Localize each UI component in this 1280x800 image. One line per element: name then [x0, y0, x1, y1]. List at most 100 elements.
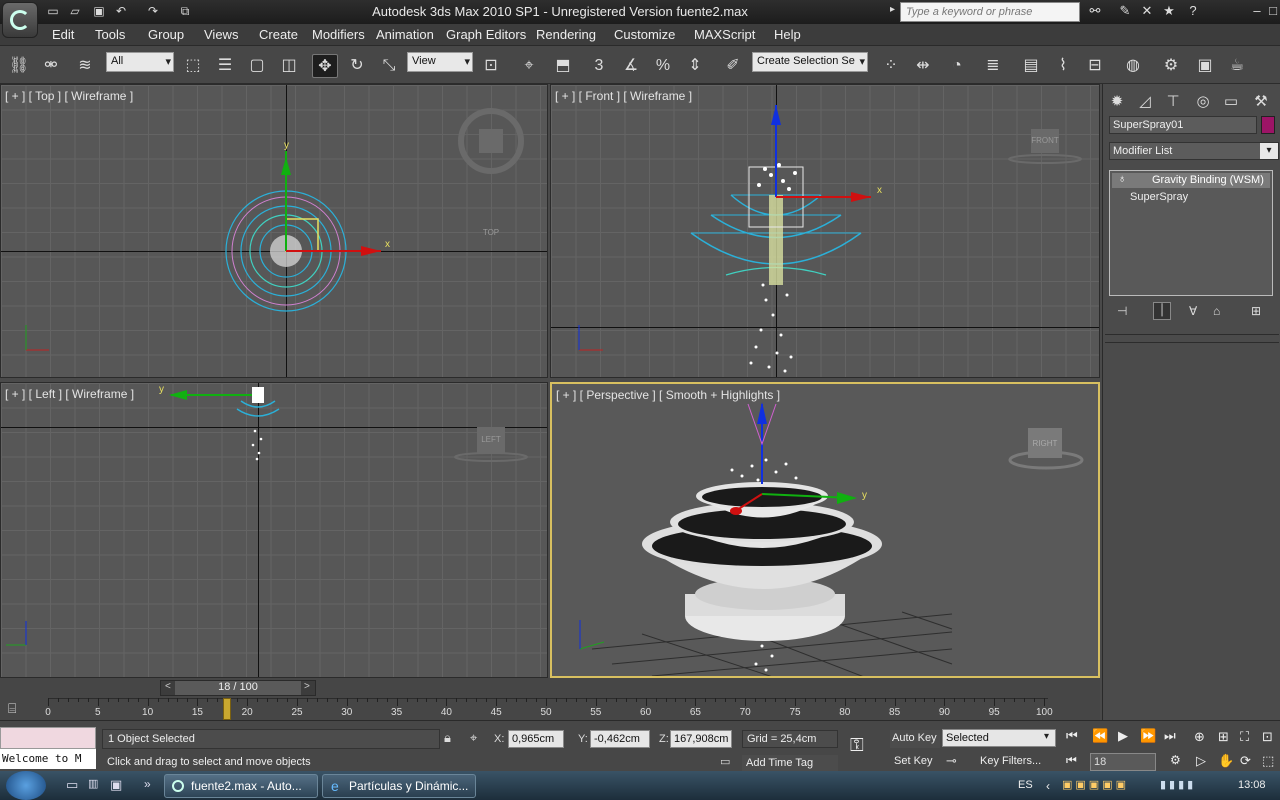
play-icon[interactable]: ▶ [1118, 728, 1128, 744]
communication-icon[interactable]: ✕ [1138, 3, 1156, 21]
current-frame-field[interactable]: 18 [1090, 753, 1156, 771]
menu-views[interactable]: Views [204, 27, 238, 42]
percent-snap-icon[interactable]: % [650, 54, 676, 78]
field-of-view-icon[interactable]: ▷ [1196, 753, 1206, 769]
render-production-icon[interactable]: ☕ [1224, 54, 1250, 78]
viewcube-left[interactable]: LEFT [477, 427, 505, 453]
x-coordinate-field[interactable]: 0,965cm [508, 730, 564, 748]
next-frame-icon[interactable]: > [304, 681, 310, 692]
remove-modifier-icon[interactable]: ⌂ [1213, 304, 1220, 318]
align-icon[interactable]: ◔ [944, 54, 970, 78]
rectangular-selection-icon[interactable]: ▢ [244, 54, 270, 78]
zoom-all-icon[interactable]: ⊞ [1218, 729, 1229, 745]
more-quick-launch-icon[interactable]: » [144, 777, 151, 791]
window-crossing-icon[interactable]: ◫ [276, 54, 302, 78]
keyboard-shortcut-override-icon[interactable]: ⬒ [550, 54, 576, 78]
set-key-icon[interactable]: ⊸ [946, 753, 964, 771]
go-to-end-icon[interactable]: ⏭ [1164, 728, 1176, 744]
tray-app-icons[interactable]: ▣▣▣▣▣ [1062, 778, 1152, 794]
layer-manager-icon[interactable]: ≣ [980, 54, 1006, 78]
select-and-move-icon[interactable]: ✥ [312, 54, 338, 78]
create-tab-icon[interactable]: ✹ [1105, 90, 1129, 114]
auto-key-button[interactable]: Auto Key [890, 730, 940, 748]
viewport-label-perspective[interactable]: [ + ] [ Perspective ] [ Smooth + Highlig… [556, 388, 780, 402]
reference-coordinate-dropdown[interactable]: View [407, 52, 473, 72]
show-desktop-icon[interactable]: ▭ [66, 777, 78, 793]
viewport-front[interactable]: [ + ] [ Front ] [ Wireframe ] x FRONT [550, 84, 1100, 378]
hierarchy-tab-icon[interactable]: ⊤ [1161, 90, 1185, 114]
display-tab-icon[interactable]: ▭ [1219, 90, 1243, 114]
object-color-swatch[interactable] [1261, 116, 1275, 134]
modify-tab-icon[interactable]: ◿ [1133, 90, 1157, 114]
key-mode-toggle-icon[interactable]: ⏮ [1066, 753, 1077, 768]
viewport-label-front[interactable]: [ + ] [ Front ] [ Wireframe ] [555, 89, 692, 103]
maxscript-listener[interactable]: Welcome to M [0, 749, 96, 769]
graphite-ribbon-icon[interactable]: ▤ [1018, 54, 1044, 78]
viewport-perspective[interactable]: [ + ] [ Perspective ] [ Smooth + Highlig… [550, 382, 1100, 678]
viewcube-front[interactable]: FRONT [1029, 129, 1061, 153]
link-icon[interactable]: ⛓ [6, 54, 32, 78]
application-button[interactable] [2, 2, 38, 38]
quick-launch-app-icon[interactable]: ▥ [88, 777, 98, 790]
select-and-scale-icon[interactable]: ⤡ [376, 54, 402, 78]
search-input[interactable]: Type a keyword or phrase [900, 2, 1080, 22]
menu-graph-editors[interactable]: Graph Editors [446, 27, 526, 42]
menu-customize[interactable]: Customize [614, 27, 675, 42]
schematic-view-icon[interactable]: ⊟ [1082, 54, 1108, 78]
maximize-viewport-icon[interactable]: ⬚ [1262, 753, 1274, 769]
tray-expand-icon[interactable]: ‹ [1046, 779, 1050, 793]
maximize-icon[interactable]: □ [1264, 3, 1280, 21]
make-unique-icon[interactable]: ∀ [1189, 304, 1197, 318]
time-tag-icon[interactable]: ▭ [720, 755, 730, 768]
viewcube-perspective[interactable]: RIGHT [1028, 432, 1062, 456]
curve-editor-icon[interactable]: ⌇ [1050, 54, 1076, 78]
start-button[interactable] [6, 771, 46, 800]
set-key-button[interactable]: Set Key [892, 753, 938, 771]
mirror-icon[interactable]: ⇹ [910, 54, 936, 78]
menu-help[interactable]: Help [774, 27, 801, 42]
task-3dsmax[interactable]: fuente2.max - Auto... [164, 774, 318, 798]
clock[interactable]: 13:08 [1238, 779, 1266, 791]
tools-icon[interactable]: ✎ [1116, 3, 1134, 21]
maxscript-listener-pink[interactable] [0, 727, 96, 749]
key-filters-button[interactable]: Key Filters... [974, 753, 1054, 771]
binoculars-icon[interactable]: ⚯ [1086, 3, 1104, 21]
chevron-down-icon[interactable]: ▾ [1260, 143, 1278, 159]
project-folder-icon[interactable]: ⧉ [176, 3, 194, 20]
material-editor-icon[interactable]: ◍ [1120, 54, 1146, 78]
menu-rendering[interactable]: Rendering [536, 27, 596, 42]
motion-tab-icon[interactable]: ◎ [1191, 90, 1215, 114]
lightbulb-icon[interactable]: ♁ [1118, 173, 1126, 185]
z-coordinate-field[interactable]: 167,908cm [670, 730, 732, 748]
named-selection-set-dropdown[interactable]: Create Selection Se [752, 52, 868, 72]
absolute-mode-icon[interactable]: ⌖ [470, 730, 477, 746]
select-and-rotate-icon[interactable]: ↻ [344, 54, 370, 78]
menu-modifiers[interactable]: Modifiers [312, 27, 365, 42]
y-coordinate-field[interactable]: -0,462cm [590, 730, 650, 748]
select-object-icon[interactable]: ⬚ [180, 54, 206, 78]
utilities-tab-icon[interactable]: ⚒ [1249, 90, 1273, 114]
previous-frame-icon[interactable]: ⏪ [1092, 728, 1108, 744]
language-indicator[interactable]: ES [1018, 779, 1033, 791]
pan-icon[interactable]: ✋ [1218, 753, 1234, 769]
menu-create[interactable]: Create [259, 27, 298, 42]
menu-edit[interactable]: Edit [52, 27, 74, 42]
zoom-icon[interactable]: ⊕ [1194, 729, 1205, 745]
selection-filter-dropdown[interactable]: All [106, 52, 174, 72]
edit-named-selection-icon[interactable]: ✐ [720, 54, 746, 78]
render-setup-icon[interactable]: ⚙ [1158, 54, 1184, 78]
time-slider[interactable]: < 18 / 100 > [160, 680, 316, 696]
menu-maxscript[interactable]: MAXScript [694, 27, 755, 42]
selection-lock-icon[interactable]: 🔒︎ [444, 730, 451, 746]
task-browser[interactable]: Partículas y Dinámic... [322, 774, 476, 798]
menu-tools[interactable]: Tools [95, 27, 125, 42]
key-mode-dropdown[interactable]: Selected [942, 729, 1056, 747]
menu-animation[interactable]: Animation [376, 27, 434, 42]
new-file-icon[interactable]: ▭ [44, 3, 62, 20]
stack-item-superspray[interactable]: SuperSpray [1130, 191, 1188, 203]
zoom-extents-icon[interactable]: ⛶ [1240, 729, 1249, 745]
viewcube-top[interactable]: TOP [479, 221, 503, 245]
viewport-left[interactable]: [ + ] [ Left ] [ Wireframe ] y LEFT [0, 382, 548, 678]
open-file-icon[interactable]: ▱ [66, 3, 84, 20]
track-bar[interactable]: 0 5 10 15 20 25 30 35 40 45 50 55 60 65 70 75 80 85 90 95 10… [36, 698, 1100, 720]
